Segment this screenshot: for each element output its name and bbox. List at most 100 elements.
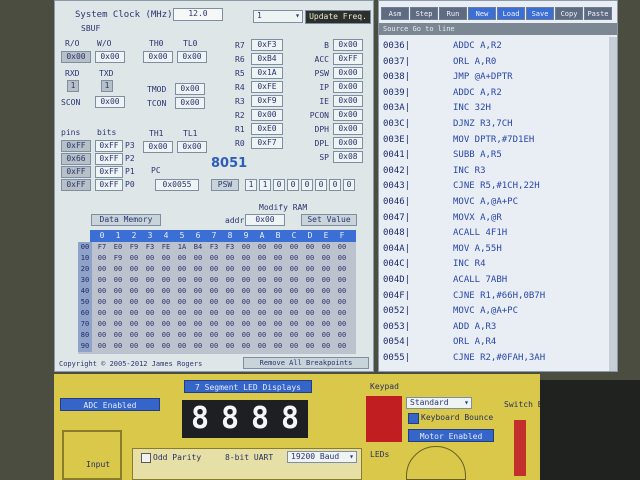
memory-cell[interactable]: 00 (318, 242, 334, 253)
memory-cell[interactable]: 00 (94, 330, 110, 341)
memory-cell[interactable]: 00 (206, 253, 222, 264)
memory-cell[interactable]: 00 (238, 242, 254, 253)
code-line[interactable]: 0047| MOVX A,@R (383, 213, 502, 223)
memory-cell[interactable]: 00 (254, 275, 270, 286)
memory-cell[interactable]: 00 (126, 297, 142, 308)
memory-cell[interactable]: 00 (174, 286, 190, 297)
psw-bit[interactable]: 1 (259, 179, 271, 191)
memory-cell[interactable]: 00 (334, 242, 350, 253)
memory-cell[interactable]: 00 (142, 308, 158, 319)
memory-cell[interactable]: 00 (318, 264, 334, 275)
code-scrollbar[interactable] (609, 37, 617, 371)
system-clock-input[interactable]: 12.0 (173, 8, 223, 21)
memory-cell[interactable]: 00 (190, 275, 206, 286)
port-bits-field[interactable]: 0xFF (95, 179, 123, 191)
code-line[interactable]: 003C| DJNZ R3,7CH (383, 119, 513, 129)
sbuf-wo-field[interactable]: 0x00 (95, 51, 125, 63)
psw-bit[interactable]: 0 (301, 179, 313, 191)
psw-bit[interactable]: 0 (329, 179, 341, 191)
code-line[interactable]: 0055| CJNE R2,#0FAH,3AH (383, 353, 545, 363)
memory-cell[interactable]: 00 (126, 319, 142, 330)
memory-cell[interactable]: 00 (190, 308, 206, 319)
memory-cell[interactable]: 00 (174, 253, 190, 264)
memory-cell[interactable]: 00 (94, 341, 110, 352)
register-field[interactable]: 0xF9 (251, 95, 283, 107)
memory-cell[interactable]: 00 (94, 275, 110, 286)
memory-cell[interactable]: 00 (190, 319, 206, 330)
register-field[interactable]: 0xE0 (251, 123, 283, 135)
toolbar-button-save[interactable]: Save (526, 7, 554, 20)
memory-cell[interactable]: 00 (222, 330, 238, 341)
toolbar-button-run[interactable]: Run (439, 7, 467, 20)
memory-cell[interactable]: 00 (334, 286, 350, 297)
keypad-led-matrix[interactable] (366, 396, 402, 442)
sfr-field[interactable]: 0x00 (333, 39, 363, 51)
register-field[interactable]: 0xF3 (251, 39, 283, 51)
memory-cell[interactable]: 00 (270, 319, 286, 330)
memory-cell[interactable]: F3 (206, 242, 222, 253)
memory-cell[interactable]: 00 (206, 275, 222, 286)
memory-cell[interactable]: 00 (302, 253, 318, 264)
register-field[interactable]: 0x1A (251, 67, 283, 79)
code-line[interactable]: 004F| CJNE R1,#66H,0B7H (383, 291, 545, 301)
memory-cell[interactable]: 00 (238, 275, 254, 286)
memory-cell[interactable]: 00 (270, 242, 286, 253)
memory-cell[interactable]: 00 (302, 297, 318, 308)
memory-cell[interactable]: 00 (174, 264, 190, 275)
remove-breakpoints-button[interactable]: Remove All Breakpoints (243, 357, 369, 369)
scon-field[interactable]: 0x00 (95, 96, 125, 108)
memory-cell[interactable]: 00 (254, 286, 270, 297)
memory-cell[interactable]: 00 (110, 308, 126, 319)
memory-cell[interactable]: 00 (334, 264, 350, 275)
memory-cell[interactable]: 00 (110, 341, 126, 352)
memory-cell[interactable]: 00 (158, 308, 174, 319)
memory-cell[interactable]: 00 (238, 286, 254, 297)
code-line[interactable]: 0053| ADD A,R3 (383, 322, 496, 332)
memory-cell[interactable]: 00 (222, 264, 238, 275)
th0-field[interactable]: 0x00 (143, 51, 173, 63)
code-line[interactable]: 004D| ACALL 7ABH (383, 275, 507, 285)
memory-cell[interactable]: 00 (174, 275, 190, 286)
memory-cell[interactable]: 00 (318, 330, 334, 341)
memory-cell[interactable]: 00 (158, 275, 174, 286)
memory-cell[interactable]: 00 (222, 253, 238, 264)
code-line[interactable]: 0046| MOVC A,@A+PC (383, 197, 518, 207)
memory-cell[interactable]: 00 (206, 308, 222, 319)
memory-cell[interactable]: 00 (110, 264, 126, 275)
register-field[interactable]: 0xB4 (251, 53, 283, 65)
memory-cell[interactable]: F9 (110, 253, 126, 264)
psw-bit[interactable]: 0 (287, 179, 299, 191)
memory-cell[interactable]: 00 (302, 319, 318, 330)
memory-cell[interactable]: 00 (238, 253, 254, 264)
code-line[interactable]: 0038| JMP @A+DPTR (383, 72, 513, 82)
memory-cell[interactable]: 00 (286, 308, 302, 319)
memory-cell[interactable]: 00 (302, 286, 318, 297)
memory-cell[interactable]: 00 (126, 253, 142, 264)
memory-cell[interactable]: 00 (270, 297, 286, 308)
memory-cell[interactable]: 00 (174, 330, 190, 341)
memory-cell[interactable]: 00 (222, 297, 238, 308)
memory-cell[interactable]: F7 (94, 242, 110, 253)
code-line[interactable]: 004C| INC R4 (383, 259, 486, 269)
memory-cell[interactable]: 00 (110, 286, 126, 297)
memory-cell[interactable]: 00 (94, 286, 110, 297)
seg-display-toggle[interactable]: 7 Segment LED Displays (184, 380, 312, 393)
memory-cell[interactable]: 00 (158, 286, 174, 297)
memory-cell[interactable]: 00 (302, 330, 318, 341)
memory-cell[interactable]: 00 (190, 330, 206, 341)
memory-cell[interactable]: 00 (110, 275, 126, 286)
sfr-field[interactable]: 0xFF (333, 53, 363, 65)
memory-cell[interactable]: 00 (206, 330, 222, 341)
code-line[interactable]: 0037| ORL A,R0 (383, 57, 496, 67)
memory-cell[interactable]: 00 (110, 319, 126, 330)
tl1-field[interactable]: 0x00 (177, 141, 207, 153)
memory-cell[interactable]: 00 (334, 308, 350, 319)
toolbar-button-new[interactable]: New (468, 7, 496, 20)
memory-cell[interactable]: 00 (270, 341, 286, 352)
memory-cell[interactable]: 00 (174, 341, 190, 352)
port-bits-field[interactable]: 0xFF (95, 140, 123, 152)
memory-cell[interactable]: 00 (270, 286, 286, 297)
toolbar-button-paste[interactable]: Paste (584, 7, 612, 20)
memory-cell[interactable]: 00 (190, 286, 206, 297)
memory-cell[interactable]: 00 (126, 330, 142, 341)
